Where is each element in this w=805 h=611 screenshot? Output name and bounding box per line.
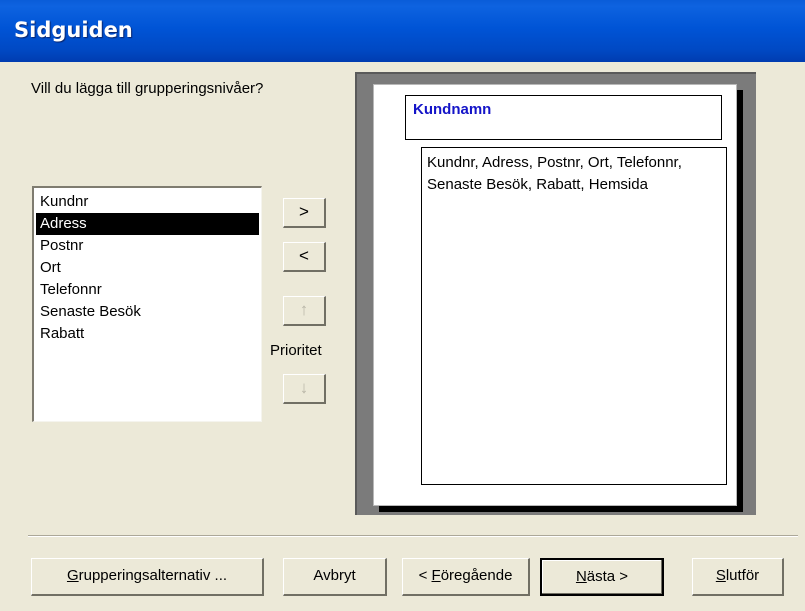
list-item[interactable]: Ort [36,257,259,279]
divider [28,535,798,537]
grouping-options-label: rupperingsalternativ ... [78,567,228,584]
list-item[interactable]: Telefonnr [36,279,259,301]
finish-button[interactable]: Slutför [692,558,784,596]
list-item[interactable]: Rabatt [36,323,259,345]
list-item-selected[interactable]: Adress [36,213,259,235]
field-listbox[interactable]: Kundnr Adress Postnr Ort Telefonnr Senas… [32,186,262,422]
list-item[interactable]: Postnr [36,235,259,257]
back-prefix: < [418,567,432,584]
title-bar: Sidguiden [0,0,805,62]
preview-detail-fields: Kundnr, Adress, Postnr, Ort, Telefonnr, … [421,147,727,485]
window-title: Sidguiden [14,18,133,42]
priority-label: Prioritet [270,342,322,359]
grouping-options-accel: G [66,567,79,584]
next-button[interactable]: Nästa > [540,558,664,596]
grouping-options-button[interactable]: Grupperingsalternativ ... [31,558,264,596]
preview-group-header: Kundnamn [405,95,722,140]
next-accel: N [575,568,587,585]
grouping-question: Vill du lägga till grupperingsnivåer? [31,80,264,97]
list-item[interactable]: Kundnr [36,191,259,213]
priority-down-button[interactable]: ↓ [283,374,326,404]
list-item[interactable]: Senaste Besök [36,301,259,323]
next-label: ästa > [586,568,629,585]
back-accel: F [431,567,441,584]
cancel-button[interactable]: Avbryt [283,558,387,596]
preview-group-field: Kundnamn [413,101,492,118]
back-button[interactable]: < Föregående [402,558,530,596]
priority-up-button[interactable]: ↑ [283,296,326,326]
finish-label: lutför [725,567,760,584]
remove-grouping-button[interactable]: < [283,242,326,272]
back-label: öregående [440,567,513,584]
finish-accel: S [715,567,726,584]
add-grouping-button[interactable]: > [283,198,326,228]
